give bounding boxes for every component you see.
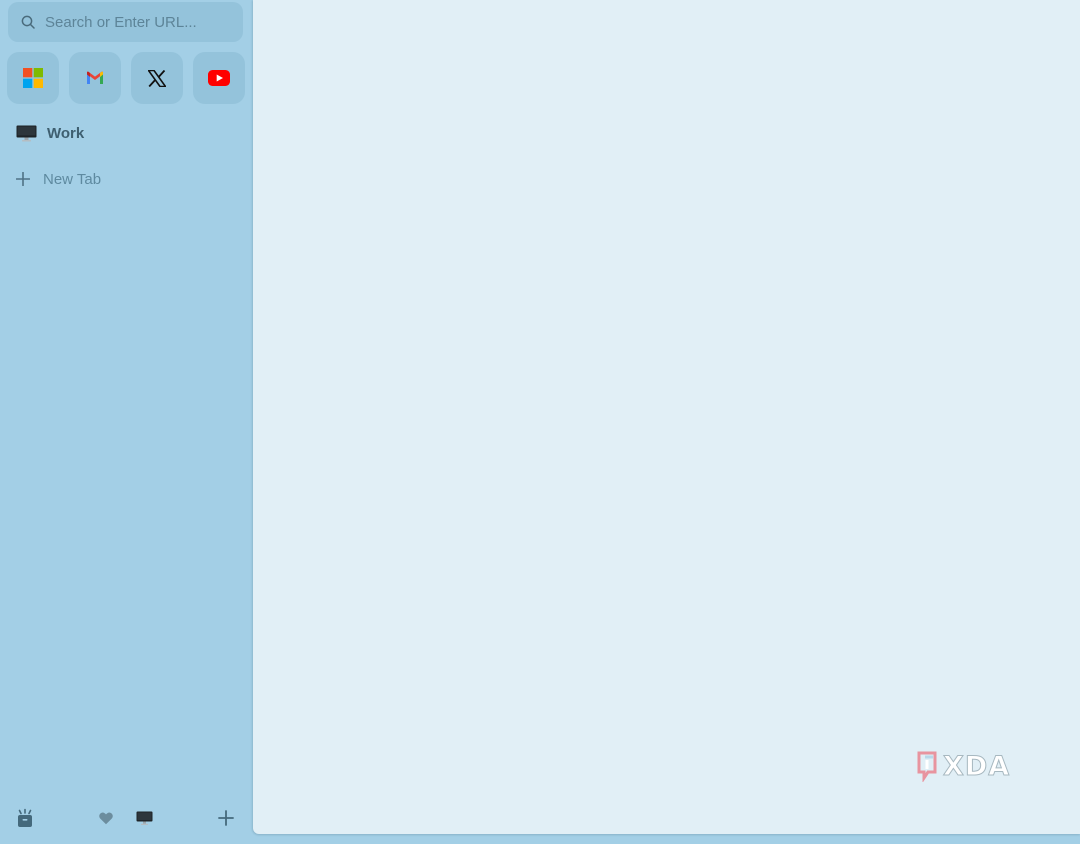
favorite-youtube[interactable] bbox=[193, 52, 245, 104]
favorites-grid bbox=[7, 52, 245, 104]
monitor-icon bbox=[16, 125, 37, 141]
plus-icon bbox=[16, 172, 30, 186]
sidebar: Work New Tab bbox=[0, 0, 252, 844]
xda-watermark: XDA bbox=[915, 746, 1025, 786]
microsoft-icon bbox=[23, 68, 43, 88]
favorite-x[interactable] bbox=[131, 52, 183, 104]
watermark-text: XDA bbox=[942, 750, 1011, 782]
new-tab-button[interactable]: New Tab bbox=[16, 164, 236, 194]
gmail-icon bbox=[87, 71, 103, 84]
search-input[interactable] bbox=[45, 13, 235, 31]
x-icon bbox=[148, 69, 166, 87]
monitor-icon[interactable] bbox=[136, 811, 153, 826]
archive-icon[interactable] bbox=[17, 808, 33, 828]
favorite-gmail[interactable] bbox=[69, 52, 121, 104]
space-tab-work[interactable]: Work bbox=[16, 118, 236, 148]
youtube-icon bbox=[208, 70, 230, 86]
new-tab-label: New Tab bbox=[43, 170, 102, 188]
browser-window: Work New Tab bbox=[0, 0, 1080, 844]
favorite-microsoft[interactable] bbox=[7, 52, 59, 104]
web-content-area[interactable]: XDA bbox=[253, 0, 1080, 834]
tab-label: Work bbox=[47, 124, 85, 142]
sidebar-bottom-bar bbox=[0, 800, 252, 836]
plus-icon[interactable] bbox=[218, 810, 234, 826]
search-icon bbox=[21, 15, 35, 29]
heart-icon[interactable] bbox=[99, 812, 113, 825]
xda-logo-icon bbox=[917, 751, 937, 782]
search-bar[interactable] bbox=[8, 2, 243, 42]
